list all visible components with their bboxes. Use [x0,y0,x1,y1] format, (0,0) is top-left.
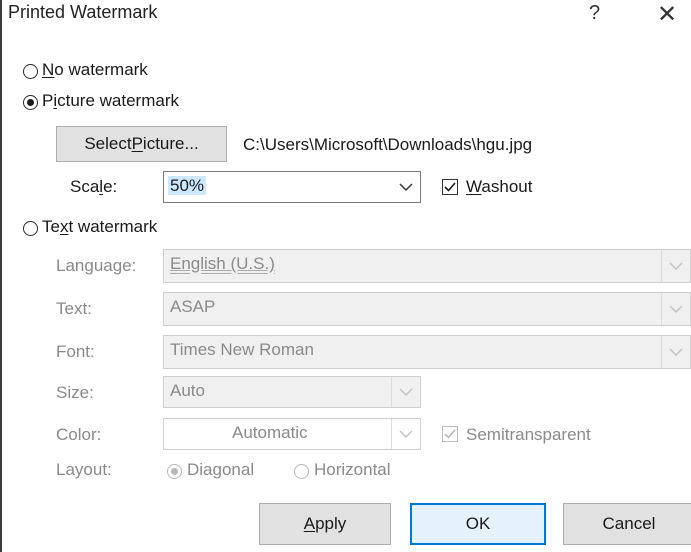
picture-watermark-radio[interactable] [23,95,38,110]
washout-checkbox[interactable] [442,179,458,195]
diagonal-label[interactable]: Diagonal [187,460,254,480]
font-combobox[interactable]: Times New Roman [163,335,691,369]
cancel-button[interactable]: Cancel [563,503,691,545]
chevron-down-icon [391,377,420,407]
text-watermark-radio[interactable] [23,221,38,236]
picture-file-path: C:\Users\Microsoft\Downloads\hgu.jpg [243,135,533,154]
picture-watermark-label[interactable]: Picture watermark [42,91,179,111]
language-combobox[interactable]: English (U.S.) [163,249,691,283]
radio-circle [23,64,38,79]
language-label: Language: [56,256,137,275]
diagonal-radio[interactable] [167,464,182,479]
language-value: English (U.S.) [170,254,275,273]
close-button[interactable]: ✕ [657,0,677,29]
washout-label[interactable]: Washout [466,177,532,197]
horizontal-radio[interactable] [294,464,309,479]
semitransparent-label[interactable]: Semitransparent [466,425,591,445]
font-label: Font: [56,342,95,361]
chevron-down-icon [661,293,690,325]
window-edge [0,0,2,552]
color-value: Automatic [232,423,308,442]
layout-label: Layout: [56,460,112,479]
radio-circle [167,464,182,479]
size-label: Size: [56,383,94,402]
color-label: Color: [56,425,102,444]
text-value: ASAP [170,297,216,316]
size-combobox[interactable]: Auto [163,376,421,408]
radio-circle [23,95,38,110]
text-label: Text: [56,299,92,318]
close-icon: ✕ [657,1,678,28]
help-button[interactable]: ? [589,2,600,25]
dialog-title: Printed Watermark [8,2,158,22]
no-watermark-radio[interactable] [23,64,38,79]
scale-label: Scale: [70,177,118,196]
chevron-down-icon[interactable] [392,172,420,202]
chevron-down-icon [661,336,690,368]
scale-combobox[interactable]: 50% [163,171,421,203]
checkmark-icon [444,182,456,192]
radio-circle [294,464,309,479]
text-combobox[interactable]: ASAP [163,292,691,326]
checkmark-icon [444,429,456,439]
ok-button[interactable]: OK [410,503,546,545]
no-watermark-label[interactable]: No watermark [42,60,148,80]
horizontal-label[interactable]: Horizontal [314,460,391,480]
chevron-down-icon [661,250,690,282]
scale-value: 50% [168,176,207,195]
select-picture-button[interactable]: Select Picture... [56,126,227,162]
font-value: Times New Roman [170,340,314,359]
text-watermark-label[interactable]: Text watermark [42,217,157,237]
semitransparent-checkbox[interactable] [442,426,458,442]
color-combobox[interactable]: Automatic [163,418,421,450]
size-value: Auto [170,381,205,400]
chevron-down-icon [391,419,420,449]
apply-button[interactable]: Apply [259,503,391,545]
radio-circle [23,221,38,236]
